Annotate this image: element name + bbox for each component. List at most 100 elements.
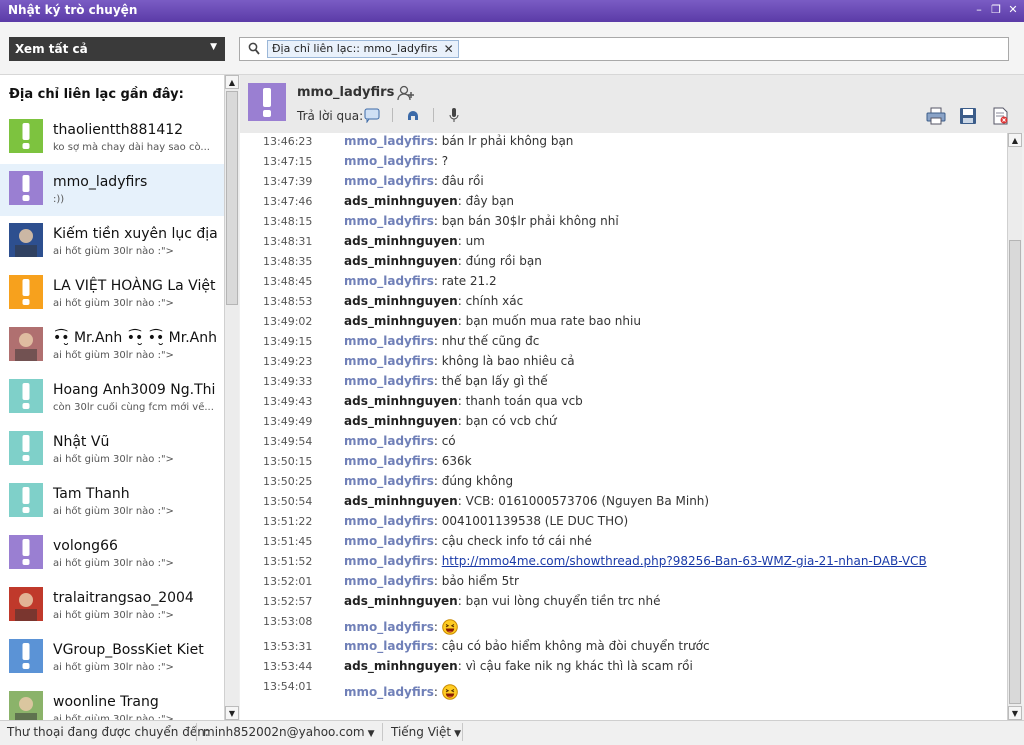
message-text: VCB: 0161000573706 (Nguyen Ba Minh) bbox=[465, 494, 710, 508]
chat-message: 13:52:57 ads_minhnguyen: bạn vui lòng chu… bbox=[240, 593, 1000, 613]
message-timestamp: 13:46:23 bbox=[263, 135, 313, 148]
message-body: ads_minhnguyen: đúng rồi bạn bbox=[344, 254, 542, 268]
message-sender[interactable]: mmo_ladyfirs bbox=[344, 374, 434, 388]
message-sender[interactable]: ads_minhnguyen bbox=[344, 254, 458, 268]
contact-item[interactable]: Nhật Vũ ai hốt giùm 30lr nào :"> bbox=[0, 424, 224, 476]
message-sender[interactable]: mmo_ladyfirs bbox=[344, 354, 434, 368]
message-sender[interactable]: mmo_ladyfirs bbox=[344, 554, 434, 568]
message-text: 0041001139538 (LE DUC THO) bbox=[441, 514, 629, 528]
contact-name: mmo_ladyfirs bbox=[53, 174, 148, 190]
message-sender[interactable]: ads_minhnguyen bbox=[344, 394, 458, 408]
message-body: mmo_ladyfirs: 0041001139538 (LE DUC THO) bbox=[344, 514, 628, 528]
maximize-icon[interactable]: ❐ bbox=[989, 3, 1003, 17]
view-filter-select[interactable]: Xem tất cả ▼ bbox=[9, 37, 225, 61]
message-body: ads_minhnguyen: thanh toán qua vcb bbox=[344, 394, 583, 408]
chat-scrollbar[interactable]: ▲ ▼ bbox=[1007, 133, 1022, 720]
contact-item[interactable]: LA VIỆT HOÀNG La Việt ai hốt giùm 30lr nà… bbox=[0, 268, 224, 320]
chip-remove-icon[interactable]: ✕ bbox=[444, 40, 454, 58]
toolbar: Xem tất cả ▼ Địa chỉ liên lạc:: mmo_lady… bbox=[0, 22, 1024, 75]
message-body: ads_minhnguyen: bạn có vcb chứ bbox=[344, 414, 557, 428]
scroll-down-arrow-icon[interactable]: ▼ bbox=[1008, 706, 1022, 720]
chat-message: 13:53:08 mmo_ladyfirs: bbox=[240, 613, 1000, 638]
contact-avatar bbox=[9, 431, 43, 465]
sender-colon: : bbox=[433, 639, 442, 653]
message-sender[interactable]: ads_minhnguyen bbox=[344, 194, 458, 208]
search-filter-chip[interactable]: Địa chỉ liên lạc:: mmo_ladyfirs ✕ bbox=[267, 40, 459, 58]
contact-name: volong66 bbox=[53, 538, 118, 554]
message-sender[interactable]: mmo_ladyfirs bbox=[344, 685, 434, 699]
search-input[interactable]: Địa chỉ liên lạc:: mmo_ladyfirs ✕ bbox=[239, 37, 1009, 61]
message-body: ads_minhnguyen: chính xác bbox=[344, 294, 523, 308]
message-sender[interactable]: mmo_ladyfirs bbox=[344, 334, 434, 348]
title-bar: Nhật ký trò chuyện – ❐ ✕ bbox=[0, 0, 1024, 22]
contact-item[interactable]: Tam Thanh ai hốt giùm 30lr nào :"> bbox=[0, 476, 224, 528]
message-sender[interactable]: mmo_ladyfirs bbox=[344, 620, 434, 634]
message-timestamp: 13:51:22 bbox=[263, 515, 313, 528]
contact-item[interactable]: Hoang Anh3009 Ng.Thi còn 30lr cuối cùng f… bbox=[0, 372, 224, 424]
message-sender[interactable]: mmo_ladyfirs bbox=[344, 574, 434, 588]
message-body: ads_minhnguyen: vì cậu fake nik ng khác … bbox=[344, 659, 693, 673]
contact-item[interactable]: VGroup_BossKiet Kiet ai hốt giùm 30lr nào… bbox=[0, 632, 224, 684]
message-sender[interactable]: mmo_ladyfirs bbox=[344, 174, 434, 188]
message-sender[interactable]: mmo_ladyfirs bbox=[344, 639, 434, 653]
message-sender[interactable]: mmo_ladyfirs bbox=[344, 274, 434, 288]
contact-status: ko sợ mà chay dài hay sao cò... bbox=[53, 142, 210, 153]
message-sender[interactable]: ads_minhnguyen bbox=[344, 494, 458, 508]
message-sender[interactable]: mmo_ladyfirs bbox=[344, 514, 434, 528]
message-sender[interactable]: mmo_ladyfirs bbox=[344, 474, 434, 488]
contact-item[interactable]: mmo_ladyfirs:)) bbox=[0, 164, 224, 216]
message-body: mmo_ladyfirs: cậu check info tớ cái nhé bbox=[344, 534, 592, 548]
chat-header: mmo_ladyfirs Trả lời qua: bbox=[240, 75, 1024, 133]
message-sender[interactable]: ads_minhnguyen bbox=[344, 594, 458, 608]
search-icon bbox=[248, 42, 260, 55]
microphone-icon[interactable] bbox=[446, 107, 462, 123]
scroll-up-arrow-icon[interactable]: ▲ bbox=[225, 75, 239, 89]
close-icon[interactable]: ✕ bbox=[1006, 3, 1020, 17]
message-text: như thế cũng đc bbox=[441, 334, 540, 348]
language-select[interactable]: Tiếng Việt ▼ bbox=[391, 725, 461, 739]
minimize-icon[interactable]: – bbox=[972, 3, 986, 17]
message-sender[interactable]: mmo_ladyfirs bbox=[344, 534, 434, 548]
scroll-thumb[interactable] bbox=[1009, 240, 1021, 704]
scroll-up-arrow-icon[interactable]: ▲ bbox=[1008, 133, 1022, 147]
message-sender[interactable]: ads_minhnguyen bbox=[344, 234, 458, 248]
sender-colon: : bbox=[433, 574, 442, 588]
contact-item[interactable]: volong66 ai hốt giùm 30lr nào :"> bbox=[0, 528, 224, 580]
contact-list: thaolientth881412 ko sợ mà chay dài hay s… bbox=[0, 112, 224, 720]
message-sender[interactable]: mmo_ladyfirs bbox=[344, 154, 434, 168]
contact-item[interactable]: •͡•̮ Mr.Anh •͡•̮ •͡•̮ Mr.Anh ai hốt giùm … bbox=[0, 320, 224, 372]
sender-colon: : bbox=[457, 494, 466, 508]
contact-item[interactable]: tralaitrangsao_2004 ai hốt giùm 30lr nào … bbox=[0, 580, 224, 632]
message-sender[interactable]: ads_minhnguyen bbox=[344, 414, 458, 428]
delete-log-icon[interactable] bbox=[990, 107, 1010, 125]
contact-avatar bbox=[9, 691, 43, 720]
message-timestamp: 13:51:45 bbox=[263, 535, 313, 548]
voicemail-forward-select[interactable]: minh852002n@yahoo.com ▼ bbox=[203, 725, 375, 739]
add-contact-icon[interactable] bbox=[397, 84, 415, 102]
contacts-scrollbar[interactable]: ▲ ▼ bbox=[224, 75, 239, 720]
message-sender[interactable]: ads_minhnguyen bbox=[344, 659, 458, 673]
laughing-smiley-icon bbox=[441, 684, 458, 700]
contact-avatar bbox=[9, 483, 43, 517]
contact-item[interactable]: woonline Trang ai hốt giùm 30lr nào :"> bbox=[0, 684, 224, 720]
message-text: thanh toán qua vcb bbox=[465, 394, 583, 408]
message-sender[interactable]: ads_minhnguyen bbox=[344, 314, 458, 328]
message-link[interactable]: http://mmo4me.com/showthread.php?98256-B… bbox=[442, 554, 927, 568]
message-sender[interactable]: ads_minhnguyen bbox=[344, 294, 458, 308]
message-sender[interactable]: mmo_ladyfirs bbox=[344, 134, 434, 148]
im-reply-icon[interactable] bbox=[364, 107, 380, 124]
contact-item[interactable]: Kiếm tiền xuyên lục địa ai hốt giùm 30lr … bbox=[0, 216, 224, 268]
voice-call-icon[interactable] bbox=[405, 107, 421, 123]
message-body: ads_minhnguyen: um bbox=[344, 234, 485, 248]
save-icon[interactable] bbox=[958, 107, 978, 125]
contact-item[interactable]: thaolientth881412 ko sợ mà chay dài hay s… bbox=[0, 112, 224, 164]
message-text: rate 21.2 bbox=[441, 274, 497, 288]
message-sender[interactable]: mmo_ladyfirs bbox=[344, 214, 434, 228]
print-icon[interactable] bbox=[926, 107, 946, 125]
scroll-down-arrow-icon[interactable]: ▼ bbox=[225, 706, 239, 720]
message-body: mmo_ladyfirs: rate 21.2 bbox=[344, 274, 497, 288]
message-sender[interactable]: mmo_ladyfirs bbox=[344, 434, 434, 448]
message-timestamp: 13:48:31 bbox=[263, 235, 313, 248]
message-sender[interactable]: mmo_ladyfirs bbox=[344, 454, 434, 468]
scroll-thumb[interactable] bbox=[226, 91, 238, 305]
